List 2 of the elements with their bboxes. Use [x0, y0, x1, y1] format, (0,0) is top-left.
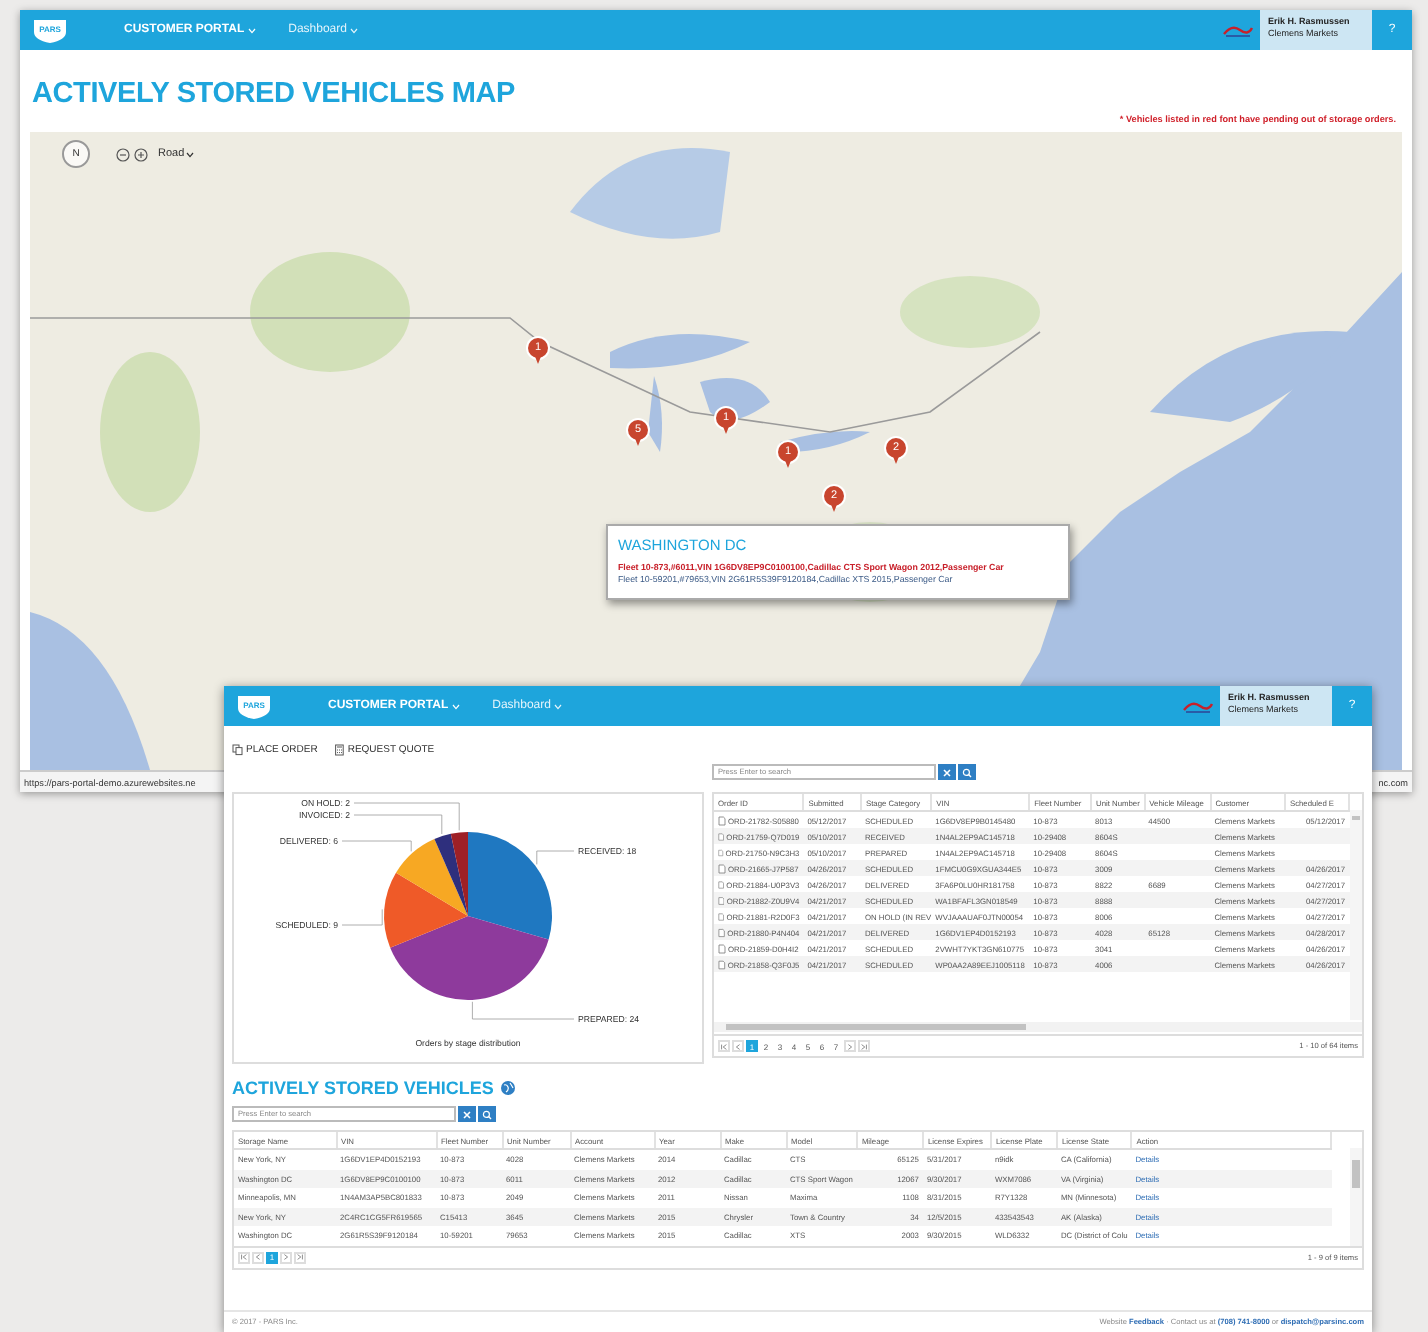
page-title: ACTIVELY STORED VEHICLES MAP: [32, 78, 517, 114]
section-title: ACTIVELY STORED VEHICLES: [232, 1078, 494, 1098]
